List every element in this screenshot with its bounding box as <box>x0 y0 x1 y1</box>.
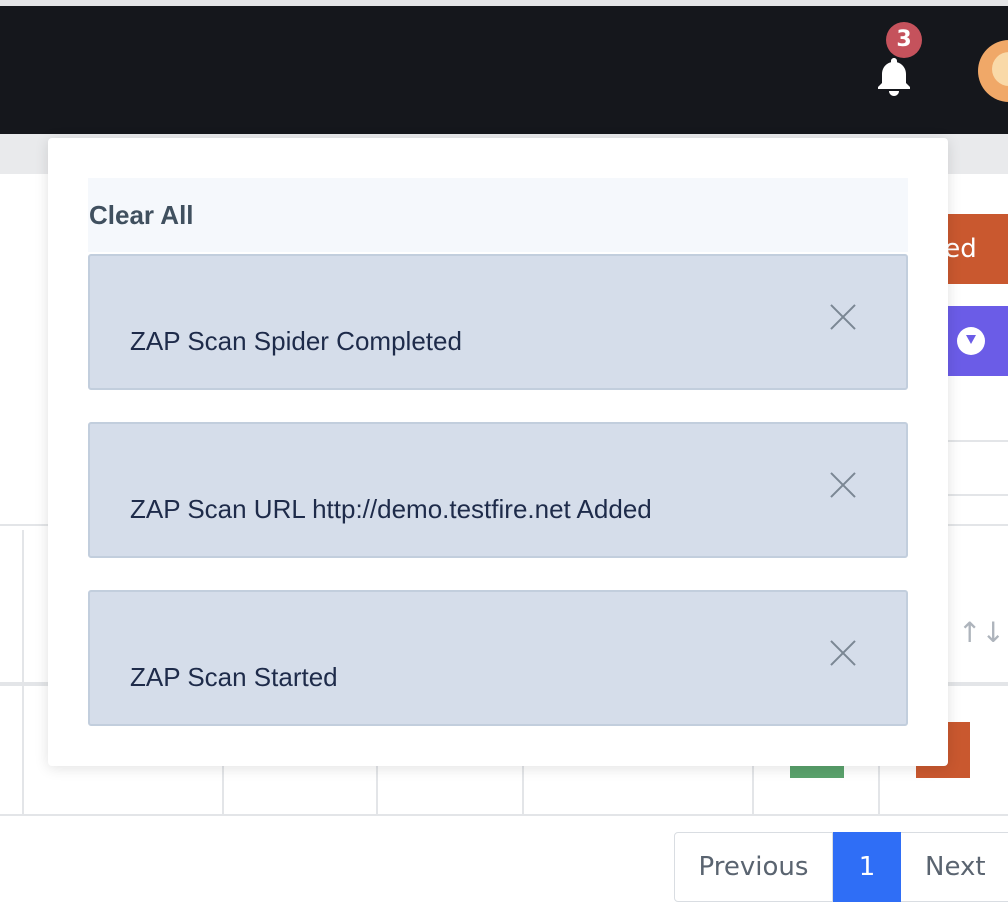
notification-message: ZAP Scan URL http://demo.testfire.net Ad… <box>130 494 652 524</box>
clear-all-button[interactable]: Clear All <box>89 200 194 231</box>
user-avatar[interactable] <box>978 40 1008 102</box>
table-column-border <box>376 766 378 814</box>
notification-item: ZAP Scan Spider Completed <box>88 254 908 390</box>
background-download-button[interactable] <box>946 306 1008 376</box>
sort-icon[interactable]: ↑↓ <box>0 616 10 650</box>
table-column-border <box>22 530 24 814</box>
divider <box>946 440 1008 442</box>
close-icon[interactable] <box>828 302 858 332</box>
next-page-button[interactable]: Next <box>901 832 1008 902</box>
table-column-border <box>752 766 754 814</box>
table-column-border <box>222 766 224 814</box>
avatar-image <box>992 52 1008 86</box>
table-border <box>0 814 1008 816</box>
table-column-border <box>522 766 524 814</box>
notifications-bell-icon[interactable] <box>872 54 916 98</box>
sort-icon-glyph: ↑↓ <box>0 616 10 649</box>
close-icon[interactable] <box>828 470 858 500</box>
notifications-dropdown: Clear All ZAP Scan Spider Completed ZAP … <box>48 138 948 766</box>
download-icon <box>957 327 985 355</box>
page-1-button[interactable]: 1 <box>833 832 901 902</box>
notification-item: ZAP Scan Started <box>88 590 908 726</box>
pagination: Previous 1 Next <box>674 832 1008 902</box>
notification-count-badge: 3 <box>886 22 922 58</box>
notification-message: ZAP Scan Started <box>130 662 338 692</box>
bell-icon <box>878 58 910 96</box>
divider <box>946 494 1008 496</box>
notification-message: ZAP Scan Spider Completed <box>130 326 462 356</box>
sort-icon[interactable]: ↑↓ <box>958 616 1005 650</box>
notification-item: ZAP Scan URL http://demo.testfire.net Ad… <box>88 422 908 558</box>
previous-page-button[interactable]: Previous <box>674 832 833 902</box>
background-action-button-label: ted <box>946 234 977 264</box>
background-action-button[interactable]: ted <box>946 214 1008 284</box>
close-icon[interactable] <box>828 638 858 668</box>
clear-all-bar: Clear All <box>88 178 908 252</box>
top-navbar: 3 <box>0 6 1008 134</box>
table-column-border <box>878 766 880 814</box>
